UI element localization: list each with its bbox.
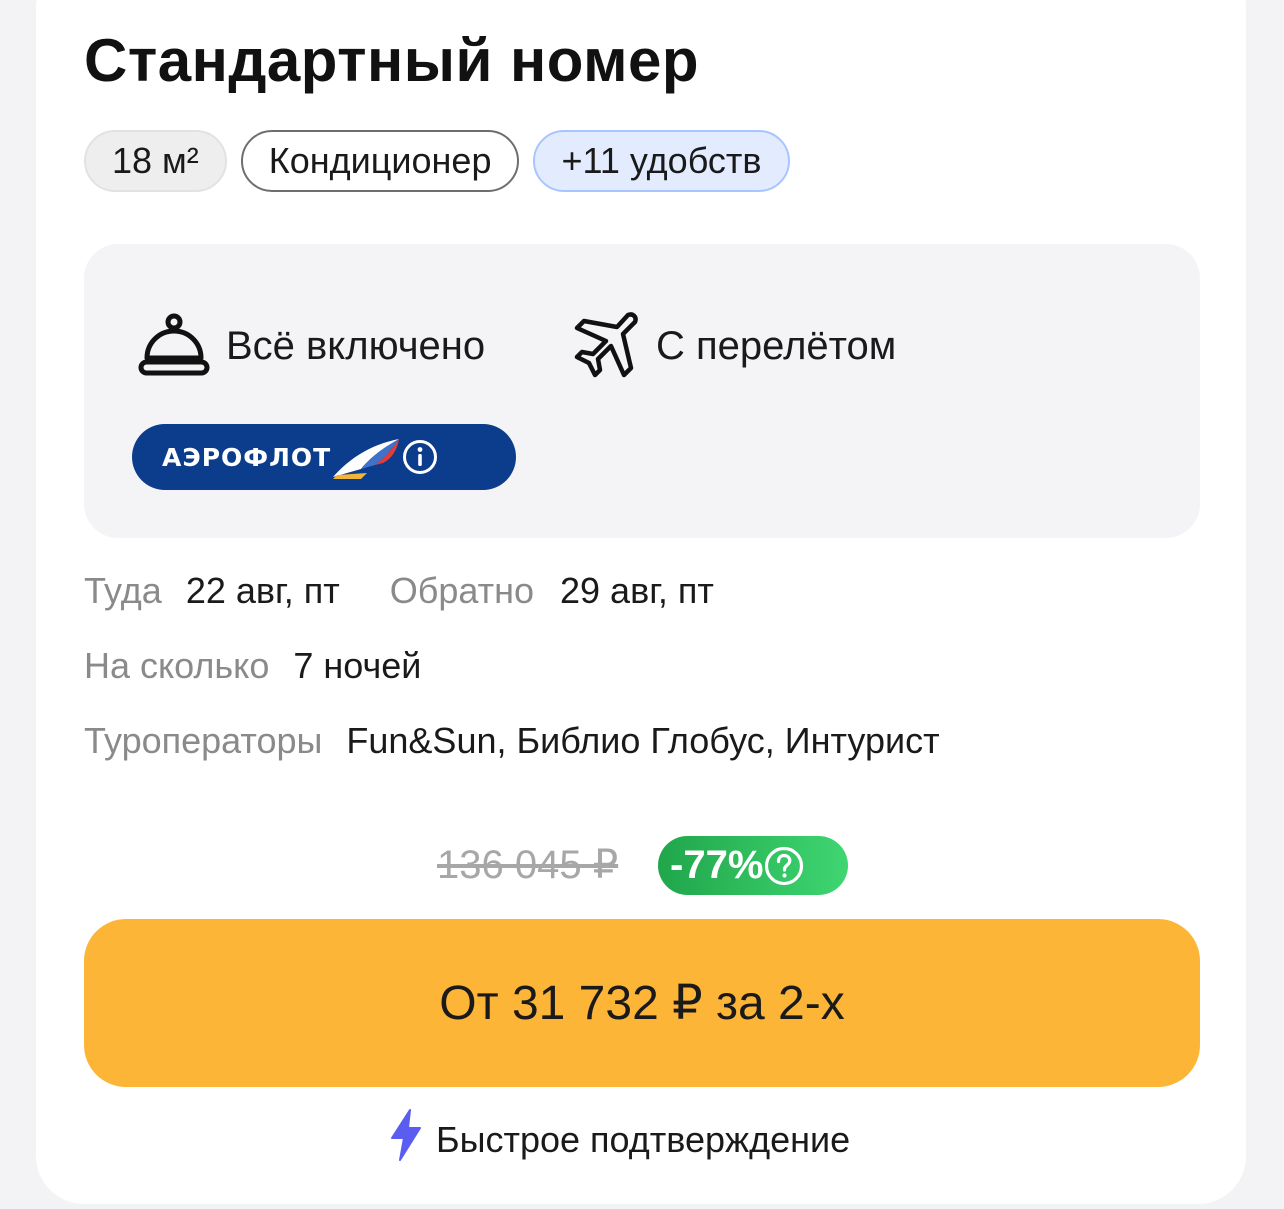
operators-value: Fun&Sun, Библио Глобус, Интурист (346, 720, 940, 761)
room-title: Стандартный номер (84, 27, 700, 94)
discount-badge[interactable]: -77% (658, 836, 848, 895)
fast-confirmation: Быстрое подтверждение (386, 1108, 850, 1171)
nights-value: 7 ночей (293, 645, 422, 686)
back-value: 29 авг, пт (560, 570, 714, 611)
there-value: 22 авг, пт (185, 570, 340, 611)
feature-meal: Всё включено (136, 308, 485, 384)
there-label: Туда (84, 570, 162, 611)
dates-row: Туда 22 авг, пт Обратно 29 авг, пт (84, 570, 714, 612)
info-icon[interactable] (401, 438, 439, 476)
amenity-chips: 18 м² Кондиционер +11 удобств (84, 130, 790, 192)
included-box: Всё включено С перелётом АЭРОФЛОТ (84, 244, 1200, 538)
chip-air-conditioner[interactable]: Кондиционер (240, 130, 520, 192)
cloche-icon (136, 308, 212, 384)
fast-confirmation-label: Быстрое подтверждение (436, 1118, 851, 1160)
feature-meal-label: Всё включено (226, 323, 486, 368)
old-price: 136 045 ₽ (437, 843, 619, 887)
question-icon[interactable] (763, 845, 805, 887)
feature-flight-label: С перелётом (656, 323, 897, 368)
back-label: Обратно (389, 570, 534, 611)
lightning-icon (386, 1108, 426, 1171)
feature-flight: С перелётом (566, 308, 896, 384)
book-price-button[interactable]: От 31 732 ₽ за 2-х (84, 919, 1200, 1087)
operators-label: Туроператоры (84, 720, 323, 761)
airline-flag-logo (331, 433, 401, 481)
discount-value: -77% (670, 843, 764, 887)
operators-row: Туроператоры Fun&Sun, Библио Глобус, Инт… (84, 720, 940, 762)
airline-name: АЭРОФЛОТ (162, 442, 332, 472)
chip-more-amenities[interactable]: +11 удобств (533, 130, 790, 192)
airplane-icon (566, 308, 642, 384)
chip-area: 18 м² (84, 130, 227, 192)
nights-row: На сколько 7 ночей (84, 645, 421, 687)
airline-badge[interactable]: АЭРОФЛОТ (132, 424, 516, 490)
nights-label: На сколько (84, 645, 270, 686)
